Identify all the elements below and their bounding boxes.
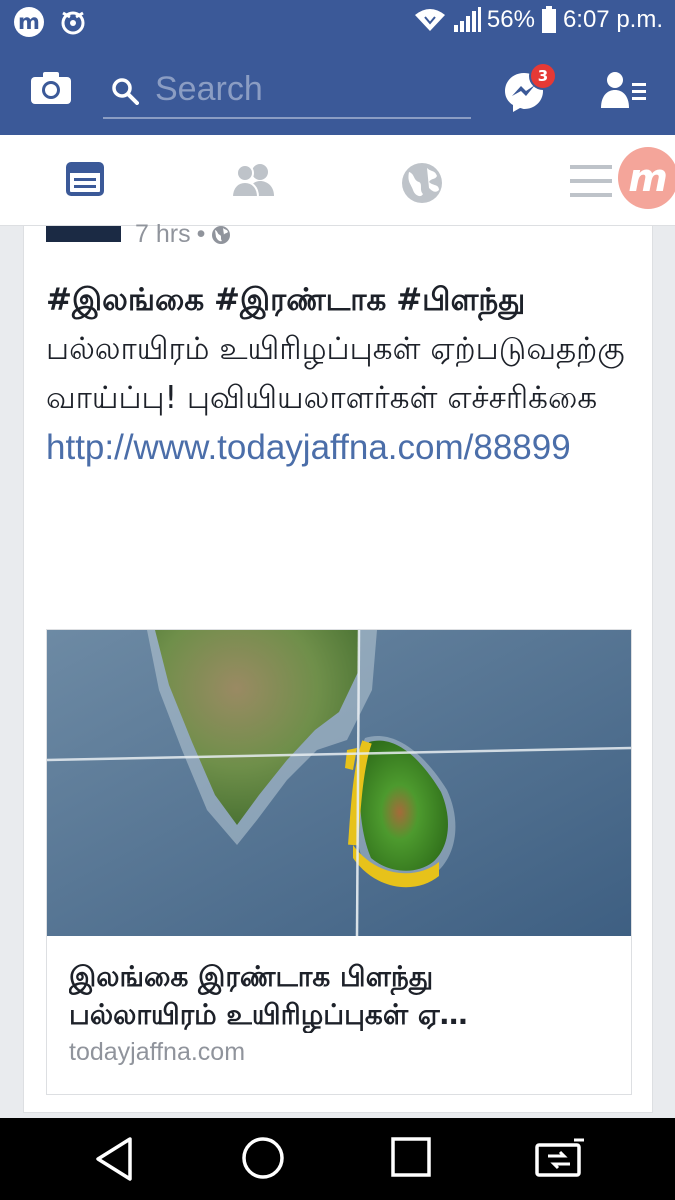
news-feed-icon[interactable] bbox=[66, 162, 104, 196]
friend-requests-icon[interactable] bbox=[600, 71, 648, 109]
tab-bar bbox=[0, 135, 675, 226]
post-time[interactable]: 7 hrs bbox=[135, 220, 191, 249]
signal-icon bbox=[453, 7, 481, 32]
post-text: #இலங்கை #இரண்டாக #பிளந்து பல்லாயிரம் உயி… bbox=[46, 276, 636, 474]
post-body: பல்லாயிரம் உயிரிழப்புகள் ஏற்படுவதற்கு வா… bbox=[46, 331, 625, 416]
switch-sim-icon[interactable] bbox=[534, 1136, 586, 1180]
search-input[interactable]: Search bbox=[103, 65, 471, 119]
recent-apps-icon[interactable] bbox=[390, 1136, 432, 1180]
hashtag[interactable]: #இலங்கை bbox=[46, 282, 204, 318]
battery-icon bbox=[541, 6, 556, 33]
post-meta: 7 hrs • bbox=[135, 220, 231, 249]
preview-title-line1[interactable]: இலங்கை இரண்டாக பிளந்து bbox=[69, 958, 614, 995]
post-link[interactable]: http://www.todayjaffna.com/88899 bbox=[46, 428, 571, 467]
wifi-icon bbox=[414, 9, 445, 31]
android-nav-bar bbox=[0, 1118, 675, 1200]
clock: 6:07 p.m. bbox=[562, 6, 663, 33]
back-icon[interactable] bbox=[94, 1136, 134, 1182]
meta-separator: • bbox=[196, 220, 206, 248]
camera-icon[interactable] bbox=[30, 71, 72, 105]
battery-percent: 56% bbox=[486, 6, 535, 33]
preview-title-line2[interactable]: பல்லாயிரம் உயிரிழப்புகள் ஏ… bbox=[69, 996, 614, 1033]
globe-icon[interactable] bbox=[401, 162, 443, 204]
hashtag[interactable]: #பிளந்து bbox=[396, 282, 525, 318]
app-logo: m bbox=[14, 7, 44, 37]
friends-icon[interactable] bbox=[230, 162, 276, 198]
search-icon bbox=[112, 78, 139, 105]
preview-map-image bbox=[47, 630, 631, 936]
browser-icon bbox=[61, 11, 85, 35]
top-bar: Search 3 bbox=[0, 45, 675, 135]
avatar[interactable] bbox=[46, 226, 121, 242]
search-placeholder: Search bbox=[155, 70, 263, 108]
menu-icon[interactable] bbox=[570, 165, 612, 197]
post-card: 7 hrs • #இலங்கை #இரண்டாக #பிளந்து பல்லாய… bbox=[23, 220, 653, 1113]
preview-domain: todayjaffna.com bbox=[69, 1038, 246, 1066]
hashtag[interactable]: #இரண்டாக bbox=[214, 282, 386, 318]
messenger-badge: 3 bbox=[529, 62, 557, 90]
status-bar: m 56% 6:07 p.m. bbox=[0, 0, 675, 45]
public-globe-icon bbox=[212, 225, 231, 244]
floating-app-bubble[interactable]: m bbox=[618, 147, 675, 209]
link-preview[interactable]: இலங்கை இரண்டாக பிளந்து பல்லாயிரம் உயிரிழ… bbox=[46, 629, 632, 1095]
home-icon[interactable] bbox=[241, 1136, 285, 1180]
